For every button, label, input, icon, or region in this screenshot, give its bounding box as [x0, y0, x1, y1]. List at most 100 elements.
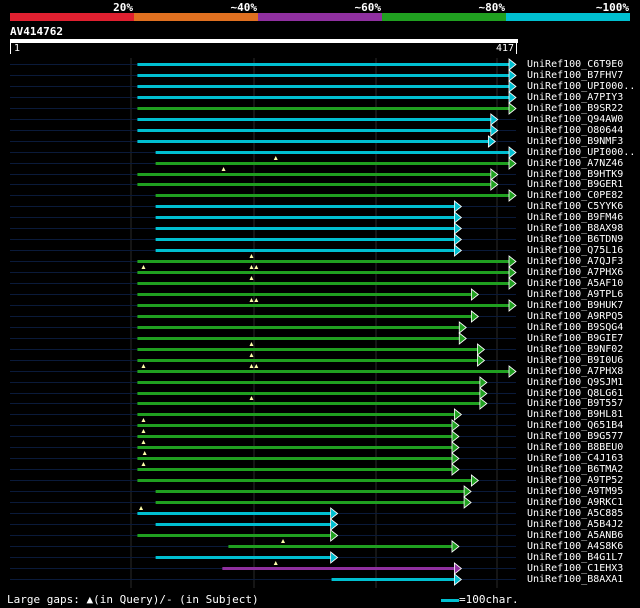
- hit-label[interactable]: UniRef100_B9HUK7: [527, 300, 623, 311]
- legend-label: 20%: [113, 1, 133, 14]
- hit-bar: [155, 249, 455, 252]
- hit-bar: [137, 304, 509, 307]
- hit-arrow: [508, 255, 517, 268]
- hit-arrow: [453, 211, 463, 224]
- hit-arrow: [453, 408, 463, 421]
- hit-label[interactable]: UniRef100_A9RPQ5: [527, 311, 623, 322]
- hit-arrow: [458, 321, 467, 334]
- hit-label[interactable]: UniRef100_UPI000..: [527, 147, 635, 158]
- hit-bar: [137, 293, 472, 296]
- gap-marker: [249, 276, 254, 280]
- hit-label[interactable]: UniRef100_Q94AW0: [527, 114, 623, 125]
- hit-label[interactable]: UniRef100_O80644: [527, 125, 623, 136]
- hit-bar: [137, 359, 478, 362]
- hit-label[interactable]: UniRef100_UPI000..: [527, 81, 635, 92]
- gap-marker: [249, 364, 254, 368]
- legend-label: ~60%: [354, 1, 382, 14]
- hit-arrow: [453, 222, 463, 235]
- gap-marker: [249, 342, 254, 346]
- hit-label[interactable]: UniRef100_A4S8K6: [527, 541, 623, 552]
- hit-label[interactable]: UniRef100_C5YYK6: [527, 201, 623, 212]
- hit-label[interactable]: UniRef100_A7NZ46: [527, 158, 623, 169]
- hit-bar: [137, 260, 509, 263]
- hit-bar: [228, 545, 452, 548]
- hit-bar: [137, 512, 331, 515]
- hit-arrow: [451, 430, 460, 443]
- gap-marker: [273, 561, 278, 565]
- gap-marker: [249, 265, 254, 269]
- hit-label[interactable]: UniRef100_C1EHX3: [527, 563, 623, 574]
- hit-label[interactable]: UniRef100_B9NMF3: [527, 136, 623, 147]
- hit-arrow: [508, 102, 517, 115]
- hit-bar: [137, 183, 491, 186]
- hit-label[interactable]: UniRef100_C0PE82: [527, 190, 623, 201]
- hit-bar: [137, 468, 452, 471]
- hit-label[interactable]: UniRef100_B9GIE7: [527, 333, 623, 344]
- hit-bar: [137, 479, 472, 482]
- hit-label[interactable]: UniRef100_A7QJF3: [527, 256, 623, 267]
- hit-arrow: [508, 365, 517, 378]
- hit-arrow: [330, 507, 339, 520]
- hit-label[interactable]: UniRef100_B9SQG4: [527, 322, 623, 333]
- hit-label[interactable]: UniRef100_B8AXA1: [527, 574, 623, 585]
- hit-label[interactable]: UniRef100_B9I0U6: [527, 355, 623, 366]
- hit-label[interactable]: UniRef100_A9RKC1: [527, 497, 623, 508]
- hit-label[interactable]: UniRef100_B9NF02: [527, 344, 623, 355]
- hit-arrow: [477, 354, 486, 367]
- hit-label[interactable]: UniRef100_B4G1L7: [527, 552, 623, 563]
- hit-label[interactable]: UniRef100_B6TDN9: [527, 234, 623, 245]
- hit-label[interactable]: UniRef100_A5AF10: [527, 278, 623, 289]
- hit-label[interactable]: UniRef100_A9TM95: [527, 486, 623, 497]
- hit-label[interactable]: UniRef100_B9SR22: [527, 103, 623, 114]
- hit-arrow: [453, 233, 463, 246]
- hit-bar: [137, 402, 480, 405]
- legend-label: ~80%: [478, 1, 506, 14]
- hit-arrow: [451, 540, 460, 553]
- gap-marker: [141, 364, 146, 368]
- hit-label[interactable]: UniRef100_C4J163: [527, 453, 623, 464]
- hit-label[interactable]: UniRef100_A9TP52: [527, 475, 623, 486]
- hit-bar: [155, 227, 455, 230]
- hit-label[interactable]: UniRef100_A5C885: [527, 508, 623, 519]
- hit-label[interactable]: UniRef100_B9T557: [527, 398, 623, 409]
- hit-label[interactable]: UniRef100_A7PIY3: [527, 92, 623, 103]
- hit-arrow: [470, 474, 480, 487]
- hit-bar: [137, 446, 452, 449]
- hit-arrow: [463, 496, 472, 509]
- hit-bar: [137, 370, 509, 373]
- hit-label[interactable]: UniRef100_A9TPL6: [527, 289, 623, 300]
- hit-arrow: [508, 58, 517, 71]
- hit-arrow: [470, 310, 480, 323]
- hit-label[interactable]: UniRef100_B8AX98: [527, 223, 623, 234]
- hit-label[interactable]: UniRef100_Q651B4: [527, 420, 623, 431]
- hit-bar: [155, 205, 455, 208]
- gap-marker: [254, 364, 259, 368]
- hit-label[interactable]: UniRef100_B9G577: [527, 431, 623, 442]
- gap-marker: [273, 156, 278, 160]
- hit-arrow: [477, 343, 486, 356]
- gap-marker: [141, 462, 146, 466]
- hit-label[interactable]: UniRef100_Q75L16: [527, 245, 623, 256]
- hit-label[interactable]: UniRef100_C6T9E0: [527, 59, 623, 70]
- hit-arrow: [451, 452, 460, 465]
- hit-label[interactable]: UniRef100_B6TMA2: [527, 464, 623, 475]
- hit-bar: [137, 107, 509, 110]
- hit-label[interactable]: UniRef100_B7FHV7: [527, 70, 623, 81]
- hit-label[interactable]: UniRef100_B9FM46: [527, 212, 623, 223]
- gap-marker: [249, 396, 254, 400]
- hit-label[interactable]: UniRef100_B9HL81: [527, 409, 623, 420]
- hit-label[interactable]: UniRef100_A7PHX8: [527, 366, 623, 377]
- gap-marker: [141, 429, 146, 433]
- hit-arrow: [451, 441, 460, 454]
- hit-label[interactable]: UniRef100_Q9SJM1: [527, 377, 623, 388]
- hit-label[interactable]: UniRef100_A5B4J2: [527, 519, 623, 530]
- gap-marker: [254, 265, 259, 269]
- hit-label[interactable]: UniRef100_A7PHX6: [527, 267, 623, 278]
- gap-marker: [142, 451, 147, 455]
- hit-label[interactable]: UniRef100_B9GER1: [527, 179, 623, 190]
- hit-label[interactable]: UniRef100_A5ANB6: [527, 530, 623, 541]
- hit-bar: [137, 435, 452, 438]
- hit-arrow: [508, 146, 517, 159]
- hit-label[interactable]: UniRef100_B8BEU0: [527, 442, 623, 453]
- hit-bar: [155, 238, 455, 241]
